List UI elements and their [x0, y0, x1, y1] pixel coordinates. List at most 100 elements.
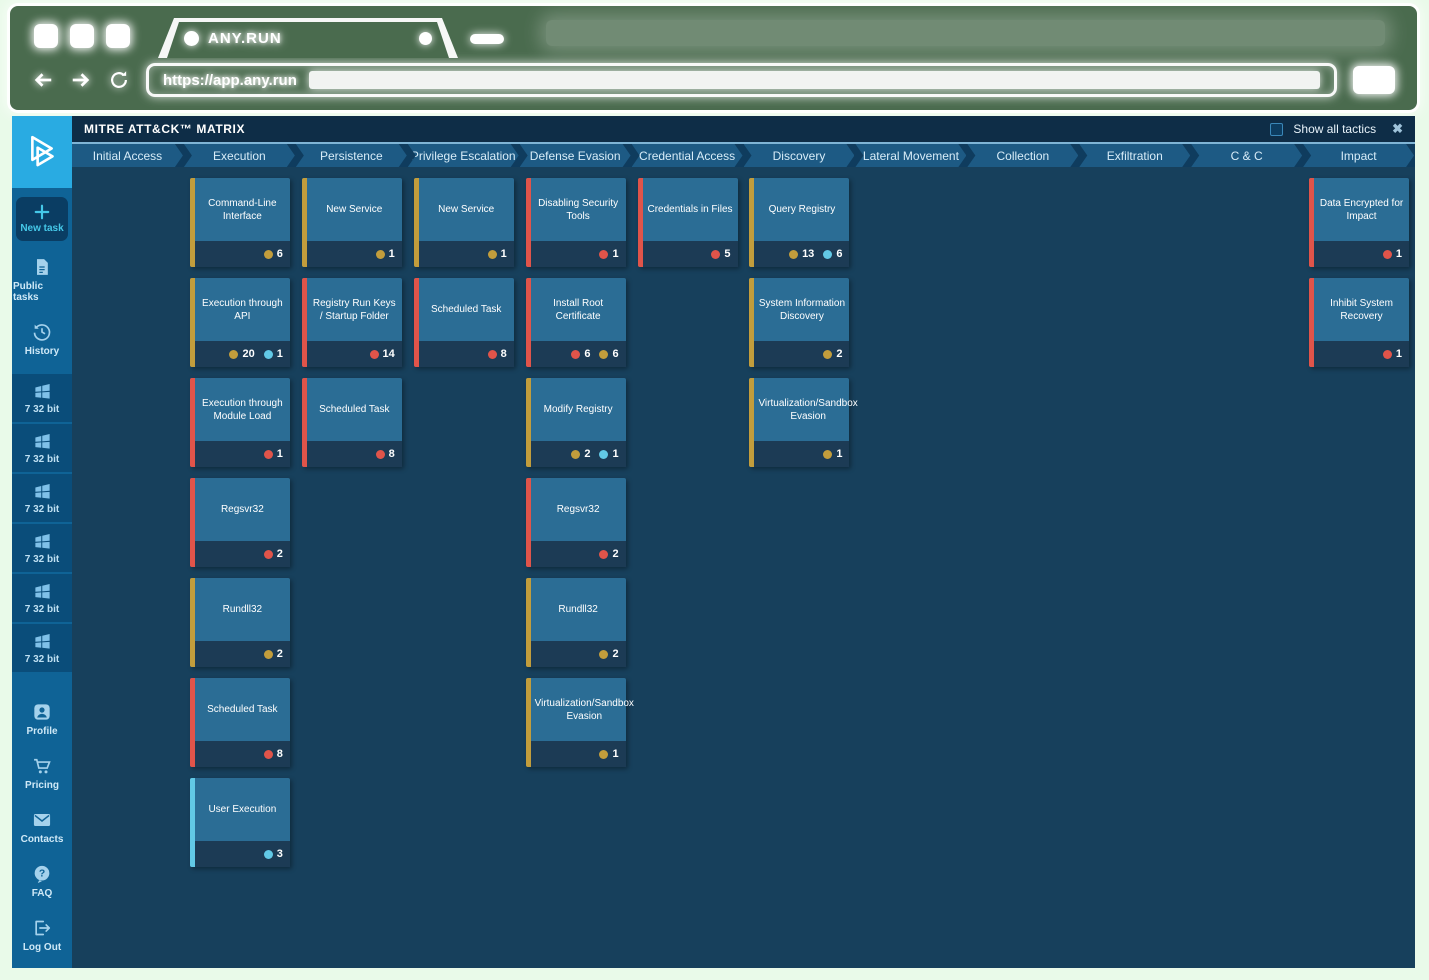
counter-value: 2: [277, 548, 283, 560]
technique-card[interactable]: Scheduled Task8: [190, 678, 290, 767]
technique-title: Query Registry: [754, 178, 849, 241]
task-item-7-32-bit[interactable]: 7 32 bit: [12, 574, 72, 624]
tab-c-c[interactable]: C & C: [1191, 144, 1302, 167]
tab-collection[interactable]: Collection: [967, 144, 1078, 167]
sidebar-item-profile[interactable]: Profile: [12, 692, 72, 746]
matrix-column-impact: Data Encrypted for Impact1 Inhibit System…: [1303, 178, 1415, 968]
technique-card[interactable]: Modify Registry21: [526, 378, 626, 467]
task-item-7-32-bit[interactable]: 7 32 bit: [12, 474, 72, 524]
technique-card[interactable]: System Information Discovery2: [749, 278, 849, 367]
technique-card[interactable]: User Execution3: [190, 778, 290, 867]
windows-icon: [33, 582, 52, 601]
history-icon: [32, 322, 52, 342]
technique-card[interactable]: Virtualization/Sandbox Evasion1: [749, 378, 849, 467]
task-item-7-32-bit[interactable]: 7 32 bit: [12, 524, 72, 574]
red-dot-icon: [376, 450, 385, 459]
technique-card[interactable]: Inhibit System Recovery1: [1309, 278, 1409, 367]
technique-card[interactable]: Rundll322: [526, 578, 626, 667]
show-all-tactics-checkbox[interactable]: [1270, 123, 1283, 136]
new-tab-button[interactable]: [470, 34, 504, 44]
counter-value: 1: [1396, 348, 1402, 360]
red-dot-icon: [711, 250, 720, 259]
task-item-7-32-bit[interactable]: 7 32 bit: [12, 624, 72, 674]
anyrun-logo[interactable]: [12, 116, 72, 188]
sidebar-item-label: Log Out: [23, 942, 61, 953]
app-window: New task Public tasksHistory 7 32 bit7 3…: [12, 116, 1415, 968]
browser-toolbar: https://app.any.run: [10, 58, 1417, 102]
tab-lateral-movement[interactable]: Lateral Movement: [855, 144, 966, 167]
tactics-tab-bar: Initial AccessExecutionPersistencePrivil…: [72, 142, 1415, 167]
tab-impact[interactable]: Impact: [1303, 144, 1414, 167]
technique-card[interactable]: Registry Run Keys / Startup Folder14: [302, 278, 402, 367]
matrix-column-discovery: Query Registry136 System Information Disc…: [743, 178, 855, 968]
red-dot-icon: [1383, 350, 1392, 359]
browser-tab[interactable]: ANY.RUN: [158, 18, 458, 58]
technique-card[interactable]: Virtualization/Sandbox Evasion1: [526, 678, 626, 767]
tab-persistence[interactable]: Persistence: [296, 144, 407, 167]
technique-counters: 2: [531, 641, 626, 667]
window-control-button[interactable]: [70, 24, 94, 48]
sidebar-item-pricing[interactable]: Pricing: [12, 746, 72, 800]
counter-value: 6: [836, 248, 842, 260]
new-task-button[interactable]: New task: [16, 197, 68, 241]
task-item-7-32-bit[interactable]: 7 32 bit: [12, 424, 72, 474]
reload-button[interactable]: [108, 69, 130, 91]
technique-counters: 21: [531, 441, 626, 467]
event-counter: 6: [264, 248, 283, 260]
window-control-button[interactable]: [106, 24, 130, 48]
technique-card[interactable]: Execution through Module Load1: [190, 378, 290, 467]
back-button[interactable]: [32, 69, 54, 91]
technique-counters: 2: [754, 341, 849, 367]
event-counter: 1: [488, 248, 507, 260]
technique-card[interactable]: Scheduled Task8: [302, 378, 402, 467]
technique-title: Modify Registry: [531, 378, 626, 441]
windows-icon: [33, 482, 52, 501]
technique-card[interactable]: New Service1: [414, 178, 514, 267]
event-counter: 2: [571, 448, 590, 460]
sidebar-item-history[interactable]: History: [12, 312, 72, 366]
sidebar-item-public-tasks[interactable]: Public tasks: [12, 247, 72, 312]
technique-card[interactable]: Rundll322: [190, 578, 290, 667]
technique-card[interactable]: Query Registry136: [749, 178, 849, 267]
close-icon[interactable]: ✖: [1392, 121, 1403, 137]
event-counter: 1: [1383, 348, 1402, 360]
forward-button[interactable]: [70, 69, 92, 91]
technique-title: Regsvr32: [531, 478, 626, 541]
browser-extension-button[interactable]: [1353, 66, 1395, 94]
window-control-button[interactable]: [34, 24, 58, 48]
technique-card[interactable]: Regsvr322: [526, 478, 626, 567]
technique-card[interactable]: Scheduled Task8: [414, 278, 514, 367]
technique-card[interactable]: Data Encrypted for Impact1: [1309, 178, 1409, 267]
tab-privilege-escalation[interactable]: Privilege Escalation: [408, 144, 519, 167]
technique-card[interactable]: New Service1: [302, 178, 402, 267]
task-list: 7 32 bit7 32 bit7 32 bit7 32 bit7 32 bit…: [12, 374, 72, 674]
url-bar[interactable]: https://app.any.run: [146, 63, 1337, 97]
sidebar: New task Public tasksHistory 7 32 bit7 3…: [12, 116, 72, 968]
technique-card[interactable]: Command-Line Interface6: [190, 178, 290, 267]
tab-credential-access[interactable]: Credential Access: [632, 144, 743, 167]
event-counter: 2: [264, 648, 283, 660]
technique-card[interactable]: Execution through API201: [190, 278, 290, 367]
counter-value: 3: [277, 848, 283, 860]
sidebar-item-contacts[interactable]: Contacts: [12, 800, 72, 854]
technique-title: Registry Run Keys / Startup Folder: [307, 278, 402, 341]
technique-counters: 1: [1314, 241, 1409, 267]
tab-close-icon[interactable]: [419, 32, 432, 45]
technique-counters: 1: [1314, 341, 1409, 367]
task-item-7-32-bit[interactable]: 7 32 bit: [12, 374, 72, 424]
sidebar-item-log-out[interactable]: Log Out: [12, 908, 72, 962]
tab-initial-access[interactable]: Initial Access: [72, 144, 183, 167]
technique-card[interactable]: Disabling Security Tools1: [526, 178, 626, 267]
tab-defense-evasion[interactable]: Defense Evasion: [520, 144, 631, 167]
gold-dot-icon: [571, 450, 580, 459]
tab-discovery[interactable]: Discovery: [744, 144, 855, 167]
technique-card[interactable]: Credentials in Files5: [638, 178, 738, 267]
profile-icon: [32, 702, 52, 722]
tab-favicon-icon: [184, 31, 199, 46]
technique-card[interactable]: Regsvr322: [190, 478, 290, 567]
sidebar-item-faq[interactable]: ?FAQ: [12, 854, 72, 908]
tab-execution[interactable]: Execution: [184, 144, 295, 167]
tab-exfiltration[interactable]: Exfiltration: [1079, 144, 1190, 167]
event-counter: 2: [599, 648, 618, 660]
technique-card[interactable]: Install Root Certificate66: [526, 278, 626, 367]
